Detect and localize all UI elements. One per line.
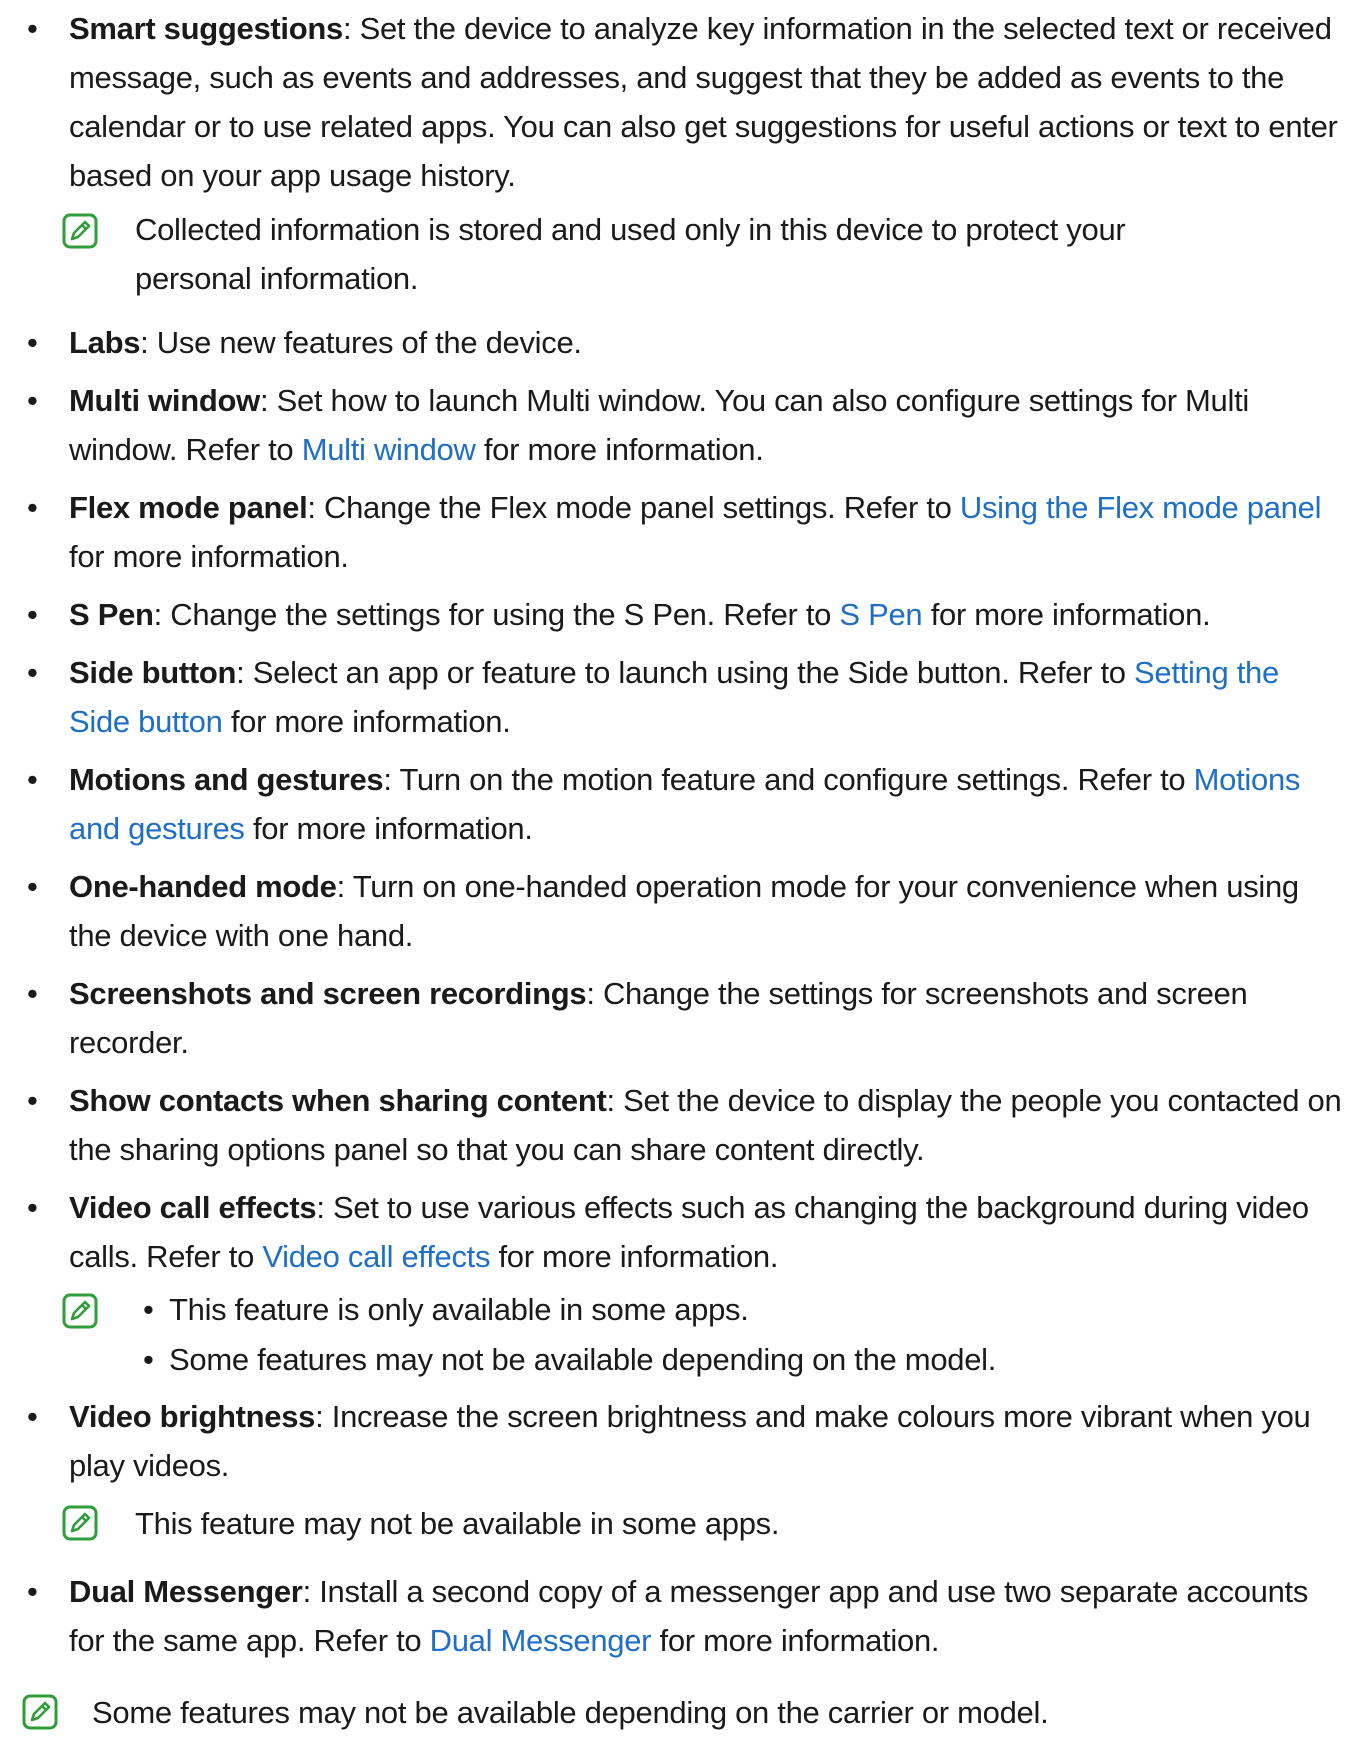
item-label: Motions and gestures xyxy=(69,762,384,797)
list-item-video-call-effects: • Video call effects: Set to use various… xyxy=(0,1183,1364,1281)
list-item-s-pen: • S Pen: Change the settings for using t… xyxy=(0,590,1364,639)
list-item-dual-messenger: • Dual Messenger: Install a second copy … xyxy=(0,1567,1364,1665)
list-item-screenshots: • Screenshots and screen recordings: Cha… xyxy=(0,969,1364,1067)
bullet: • xyxy=(27,325,38,360)
item-label: Video brightness xyxy=(69,1399,316,1434)
item-text: Labs: Use new features of the device. xyxy=(69,325,582,360)
note-text: This feature may not be available in som… xyxy=(135,1506,780,1541)
bullet: • xyxy=(27,976,38,1011)
bullet: • xyxy=(27,1574,38,1609)
list-item-one-handed-mode: • One-handed mode: Turn on one-handed op… xyxy=(0,862,1364,960)
list-item-show-contacts: • Show contacts when sharing content: Se… xyxy=(0,1076,1364,1174)
list-item-flex-mode-panel: • Flex mode panel: Change the Flex mode … xyxy=(0,483,1364,581)
link-s-pen[interactable]: S Pen xyxy=(839,597,922,632)
list-item-side-button: • Side button: Select an app or feature … xyxy=(0,648,1364,746)
list-item-motions-and-gestures: • Motions and gestures: Turn on the moti… xyxy=(0,755,1364,853)
item-text: Show contacts when sharing content: Set … xyxy=(69,1083,1342,1167)
item-label: Flex mode panel xyxy=(69,490,308,525)
item-text: S Pen: Change the settings for using the… xyxy=(69,597,1211,632)
note-pencil-icon xyxy=(62,213,98,249)
bullet: • xyxy=(27,597,38,632)
link-using-flex-mode-panel[interactable]: Using the Flex mode panel xyxy=(960,490,1322,525)
bullet: • xyxy=(27,1399,38,1434)
note-text: Some features may not be available depen… xyxy=(92,1695,1049,1730)
note-footer: Some features may not be available depen… xyxy=(22,1688,1122,1737)
item-text: Dual Messenger: Install a second copy of… xyxy=(69,1574,1309,1658)
bullet: • xyxy=(27,1190,38,1225)
item-label: Multi window xyxy=(69,383,260,418)
note-pencil-icon xyxy=(62,1293,98,1329)
item-text: Video call effects: Set to use various e… xyxy=(69,1190,1309,1274)
note-video-brightness: This feature may not be available in som… xyxy=(62,1499,1162,1548)
item-text: Screenshots and screen recordings: Chang… xyxy=(69,976,1248,1060)
sub-bullet: • xyxy=(143,1342,154,1377)
note-pencil-icon xyxy=(62,1505,98,1541)
item-label: Dual Messenger xyxy=(69,1574,303,1609)
bullet: • xyxy=(27,11,38,46)
list-item-video-brightness: • Video brightness: Increase the screen … xyxy=(0,1392,1364,1490)
bullet: • xyxy=(27,383,38,418)
item-label: Side button xyxy=(69,655,237,690)
list-item-labs: • Labs: Use new features of the device. xyxy=(0,318,1364,367)
item-text: Smart suggestions: Set the device to ana… xyxy=(69,11,1338,193)
bullet: • xyxy=(27,762,38,797)
note-pencil-icon xyxy=(22,1694,58,1730)
item-label: S Pen xyxy=(69,597,154,632)
link-video-call-effects[interactable]: Video call effects xyxy=(262,1239,490,1274)
item-text: Side button: Select an app or feature to… xyxy=(69,655,1279,739)
item-label: Labs xyxy=(69,325,141,360)
note-video-call-effects: • This feature is only available in some… xyxy=(62,1285,1162,1385)
document-page: • Smart suggestions: Set the device to a… xyxy=(0,0,1364,1751)
item-label: Screenshots and screen recordings xyxy=(69,976,587,1011)
link-dual-messenger[interactable]: Dual Messenger xyxy=(430,1623,652,1658)
note-text: This feature is only available in some a… xyxy=(169,1292,749,1327)
item-text: Motions and gestures: Turn on the motion… xyxy=(69,762,1301,846)
bullet: • xyxy=(27,490,38,525)
item-text: One-handed mode: Turn on one-handed oper… xyxy=(69,869,1299,953)
item-text: Video brightness: Increase the screen br… xyxy=(69,1399,1311,1483)
bullet: • xyxy=(27,869,38,904)
link-multi-window[interactable]: Multi window xyxy=(302,432,476,467)
bullet: • xyxy=(27,655,38,690)
sub-bullet: • xyxy=(143,1292,154,1327)
item-label: Video call effects xyxy=(69,1190,317,1225)
item-label: One-handed mode xyxy=(69,869,337,904)
item-label: Show contacts when sharing content xyxy=(69,1083,607,1118)
item-label: Smart suggestions xyxy=(69,11,343,46)
note-text: Collected information is stored and used… xyxy=(135,212,1126,296)
item-text: Multi window: Set how to launch Multi wi… xyxy=(69,383,1249,467)
list-item-smart-suggestions: • Smart suggestions: Set the device to a… xyxy=(0,4,1364,204)
list-item-multi-window: • Multi window: Set how to launch Multi … xyxy=(0,376,1364,474)
item-text: Flex mode panel: Change the Flex mode pa… xyxy=(69,490,1322,574)
bullet: • xyxy=(27,1083,38,1118)
note-text: Some features may not be available depen… xyxy=(169,1342,997,1377)
